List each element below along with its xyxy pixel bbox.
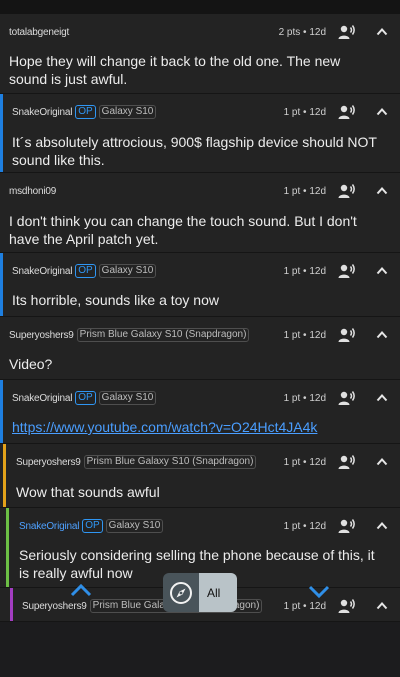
comment-header: Superyoshers9Prism Blue Galaxy S10 (Snap…: [0, 444, 400, 480]
user-flair: Galaxy S10: [98, 105, 157, 119]
user-flair: Galaxy S10: [98, 391, 157, 405]
comment-header: SnakeOriginal OP Galaxy S10 1 pt • 12d: [0, 253, 400, 289]
comment-header: SnakeOriginal OP Galaxy S10 1 pt • 12d: [0, 508, 400, 544]
comment-item[interactable]: Superyoshers9Prism Blue Galaxy S10 (Snap…: [0, 444, 400, 508]
text-to-speech-icon[interactable]: [338, 104, 356, 120]
comment-item[interactable]: SnakeOriginal OP Galaxy S10 1 pt • 12d https…: [0, 380, 400, 444]
comment-score-age: 1 pt • 12d: [283, 392, 326, 404]
collapse-chevron-icon[interactable]: [376, 601, 388, 610]
comment-score-age: 1 pt • 12d: [283, 456, 326, 468]
collapse-chevron-icon[interactable]: [376, 330, 388, 339]
text-to-speech-icon[interactable]: [338, 263, 356, 279]
comment-body: Hope they will change it back to the old…: [9, 53, 341, 87]
comment-body: https://www.youtube.com/watch?v=O24Hct4J…: [0, 418, 380, 436]
user-flair: Prism Blue Galaxy S10 (Snapdragon): [83, 455, 257, 469]
comment-body: Video?: [9, 356, 53, 372]
comment-item[interactable]: SnakeOriginal OP Galaxy S10 1 pt • 12d It´s …: [0, 94, 400, 173]
bottom-area: [0, 622, 400, 677]
collapse-chevron-icon[interactable]: [376, 521, 388, 530]
comment-item[interactable]: Superyoshers9Prism Blue Galaxy S10 (Snap…: [0, 317, 400, 380]
comment-body: Wow that sounds awful: [16, 484, 160, 500]
chevron-up-icon[interactable]: [70, 583, 92, 597]
comment-author[interactable]: totalabgeneigt: [9, 27, 69, 38]
user-flair: Galaxy S10: [105, 519, 164, 533]
comment-author[interactable]: Superyoshers9: [16, 457, 81, 468]
comment-score-age: 2 pts • 12d: [278, 26, 326, 38]
collapse-chevron-icon[interactable]: [376, 266, 388, 275]
comment-body: I don't think you can change the touch s…: [9, 213, 357, 247]
comment-link[interactable]: https://www.youtube.com/watch?v=O24Hct4J…: [12, 419, 317, 435]
user-flair: Galaxy S10: [98, 264, 157, 278]
comment-author[interactable]: Superyoshers9: [22, 601, 87, 612]
comment-score-age: 1 pt • 12d: [283, 185, 326, 197]
text-to-speech-icon[interactable]: [338, 454, 356, 470]
comment-header: SnakeOriginal OP Galaxy S10 1 pt • 12d: [0, 94, 400, 130]
op-badge: OP: [82, 519, 103, 533]
collapse-chevron-icon[interactable]: [376, 27, 388, 36]
comment-header: SnakeOriginal OP Galaxy S10 1 pt • 12d: [0, 380, 400, 416]
comment-item[interactable]: msdhoni09 1 pt • 12d I don't think you can…: [0, 173, 400, 253]
comment-list: totalabgeneigt 2 pts • 12d Hope they will …: [0, 14, 400, 622]
compass-icon: [170, 581, 192, 604]
text-to-speech-icon[interactable]: [338, 598, 356, 614]
comment-score-age: 1 pt • 12d: [283, 265, 326, 277]
comment-score-age: 1 pt • 12d: [283, 520, 326, 532]
chevron-down-icon[interactable]: [308, 585, 330, 599]
comment-header: totalabgeneigt 2 pts • 12d: [0, 14, 400, 50]
text-to-speech-icon[interactable]: [338, 518, 356, 534]
op-badge: OP: [75, 264, 96, 278]
collapse-chevron-icon[interactable]: [376, 393, 388, 402]
user-flair: Prism Blue Galaxy S10 (Snapdragon): [76, 328, 250, 342]
text-to-speech-icon[interactable]: [338, 390, 356, 406]
comment-body: It´s absolutely attrocious, 900$ flagshi…: [12, 134, 377, 168]
comment-score-age: 1 pt • 12d: [283, 329, 326, 341]
comment-header: Superyoshers9Prism Blue Galaxy S10 (Snap…: [0, 317, 400, 353]
comment-navigator[interactable]: All: [163, 573, 237, 612]
op-badge: OP: [75, 391, 96, 405]
compass-button[interactable]: [163, 573, 199, 612]
text-to-speech-icon[interactable]: [338, 327, 356, 343]
comment-author[interactable]: SnakeOriginal: [12, 107, 72, 118]
op-badge: OP: [75, 105, 96, 119]
comment-item[interactable]: totalabgeneigt 2 pts • 12d Hope they will …: [0, 14, 400, 94]
comment-item[interactable]: SnakeOriginal OP Galaxy S10 1 pt • 12d Its h…: [0, 253, 400, 317]
comment-author[interactable]: SnakeOriginal: [12, 266, 72, 277]
all-filter-label[interactable]: All: [199, 573, 237, 612]
comment-author[interactable]: Superyoshers9: [9, 330, 74, 341]
text-to-speech-icon[interactable]: [338, 24, 356, 40]
collapse-chevron-icon[interactable]: [376, 107, 388, 116]
comment-score-age: 1 pt • 12d: [283, 106, 326, 118]
text-to-speech-icon[interactable]: [338, 183, 356, 199]
comment-score-age: 1 pt • 12d: [283, 600, 326, 612]
status-strip: [0, 0, 400, 14]
comment-author[interactable]: SnakeOriginal: [12, 393, 72, 404]
collapse-chevron-icon[interactable]: [376, 457, 388, 466]
collapse-chevron-icon[interactable]: [376, 186, 388, 195]
comment-body: Its horrible, sounds like a toy now: [12, 292, 219, 308]
comment-author[interactable]: SnakeOriginal: [19, 521, 79, 532]
comment-header: msdhoni09 1 pt • 12d: [0, 173, 400, 209]
comment-author[interactable]: msdhoni09: [9, 186, 56, 197]
